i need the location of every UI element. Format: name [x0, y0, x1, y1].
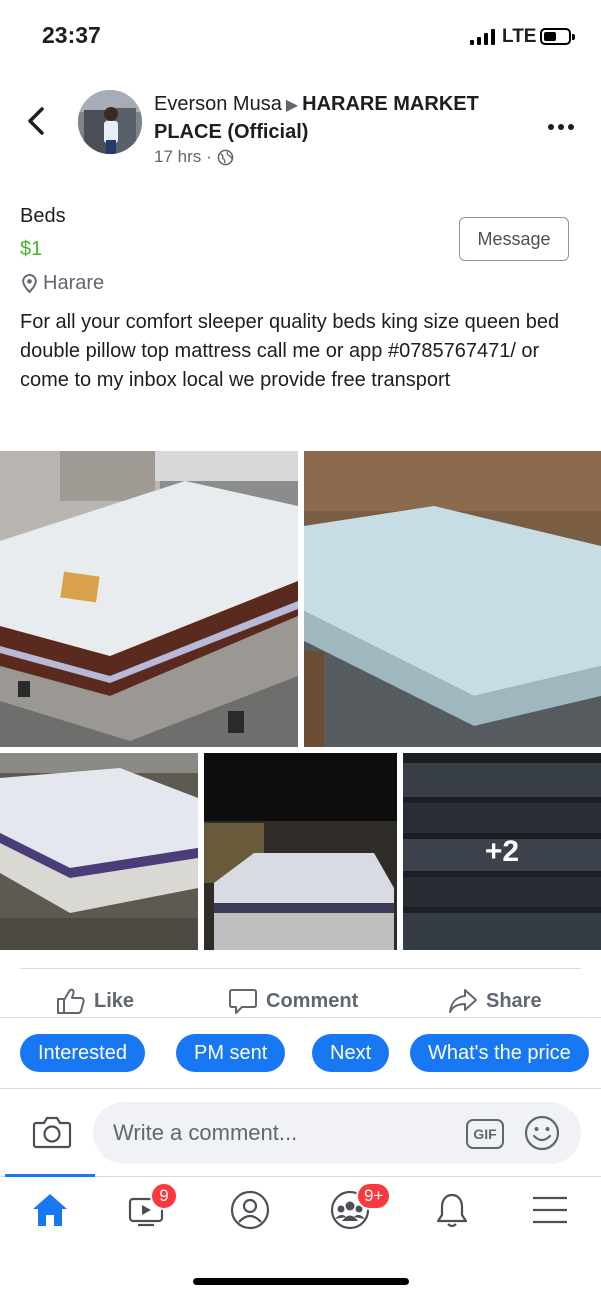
tab-notifications[interactable] — [422, 1184, 482, 1236]
more-dots-icon — [548, 124, 574, 130]
post-meta: 17 hrs · — [154, 147, 234, 167]
listing-photo-5[interactable]: +2 — [403, 753, 601, 950]
network-label: LTE — [502, 26, 537, 47]
gif-button[interactable]: GIF — [466, 1119, 504, 1149]
location-pin-icon — [22, 274, 37, 293]
back-button[interactable] — [22, 103, 52, 139]
comment-input[interactable] — [113, 1102, 453, 1164]
divider-top — [20, 968, 581, 969]
watch-badge: 9 — [150, 1182, 178, 1210]
like-button[interactable]: Like — [56, 984, 134, 1018]
listing-photo-4[interactable] — [204, 753, 397, 950]
message-button[interactable]: Message — [459, 217, 569, 261]
author-avatar[interactable] — [78, 90, 142, 154]
camera-button[interactable] — [32, 1114, 72, 1150]
comment-box: GIF — [93, 1102, 581, 1164]
post-author-line: Everson Musa ▶ HARARE MARKET PLACE (Offici… — [154, 91, 534, 146]
post-timestamp[interactable]: 17 hrs — [154, 147, 201, 167]
listing-title: Beds — [20, 205, 66, 227]
listing-description: For all your comfort sleeper quality bed… — [20, 311, 560, 391]
meta-separator: · — [206, 147, 212, 166]
active-tab-indicator — [5, 1174, 95, 1177]
quick-reply-pm-sent[interactable]: PM sent — [176, 1034, 286, 1072]
listing-photo-3[interactable] — [0, 753, 198, 950]
share-button[interactable]: Share — [448, 984, 542, 1018]
divider-bottom — [0, 1017, 601, 1018]
more-options-button[interactable] — [546, 108, 576, 139]
quick-reply-next[interactable]: Next — [312, 1034, 390, 1072]
bell-icon — [436, 1193, 468, 1228]
author-name[interactable]: Everson Musa — [154, 93, 282, 115]
comment-button[interactable]: Comment — [228, 984, 358, 1018]
arrow-right-icon: ▶ — [285, 97, 299, 114]
home-icon — [33, 1194, 67, 1226]
share-label: Share — [486, 989, 542, 1012]
comment-bubble-icon — [229, 989, 257, 1014]
emoji-button[interactable] — [524, 1115, 560, 1151]
home-indicator — [193, 1278, 409, 1285]
comment-label: Comment — [266, 989, 359, 1012]
status-bar: 23:37 LTE — [0, 0, 601, 70]
tab-groups[interactable]: 9+ — [320, 1182, 392, 1236]
listing-photo-2[interactable] — [304, 451, 601, 747]
listing-location: Harare — [22, 272, 104, 295]
groups-badge: 9+ — [356, 1182, 392, 1210]
quick-reply-price[interactable]: What's the price — [410, 1034, 589, 1072]
tab-home[interactable] — [20, 1184, 80, 1236]
divider-comment — [0, 1088, 601, 1089]
location-label: Harare — [43, 272, 105, 294]
globe-icon — [217, 149, 234, 165]
more-photos-count[interactable]: +2 — [403, 753, 601, 950]
listing-price: $1 — [20, 238, 43, 260]
camera-icon — [32, 1116, 72, 1149]
smiley-icon — [524, 1115, 560, 1151]
tab-menu[interactable] — [520, 1184, 580, 1236]
chevron-left-icon — [28, 107, 44, 135]
like-label: Like — [94, 989, 135, 1012]
profile-icon — [230, 1190, 270, 1230]
signal-icon — [470, 29, 495, 45]
tab-profile[interactable] — [220, 1184, 280, 1236]
menu-icon — [533, 1196, 567, 1224]
share-arrow-icon — [449, 989, 477, 1013]
listing-photo-1[interactable] — [0, 451, 298, 747]
quick-replies: Interested PM sent Next What's the price — [20, 1034, 601, 1074]
battery-icon — [540, 28, 575, 45]
tab-watch[interactable]: 9 — [116, 1182, 178, 1236]
quick-reply-interested[interactable]: Interested — [20, 1034, 145, 1072]
status-time: 23:37 — [42, 22, 101, 48]
thumbs-up-icon — [57, 988, 85, 1014]
